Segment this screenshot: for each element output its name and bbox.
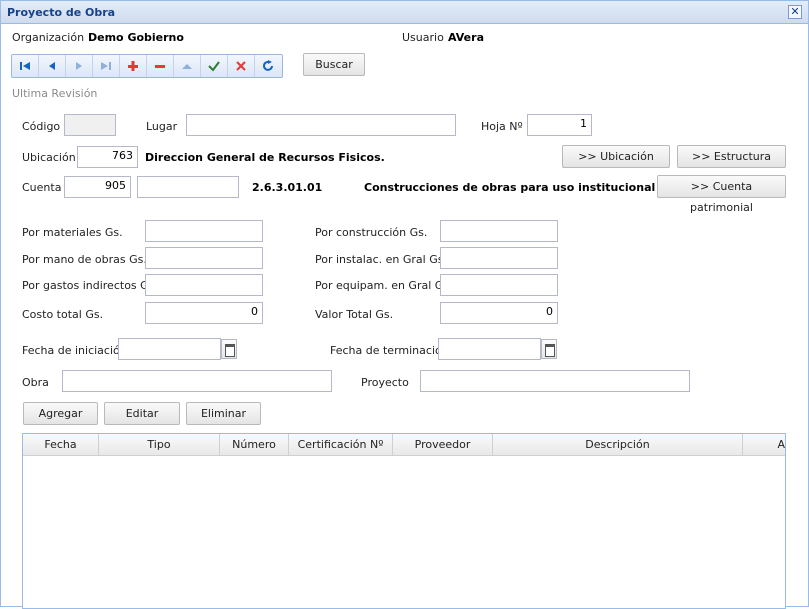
- codigo-label: Código: [22, 120, 61, 133]
- column-header[interactable]: A: [743, 434, 785, 456]
- x-icon: [236, 61, 246, 71]
- user-value: AVera: [448, 31, 484, 44]
- last-icon: [101, 62, 111, 70]
- valor-total-field[interactable]: 0: [440, 302, 558, 324]
- cuenta-patrimonial-button[interactable]: >> Cuenta patrimonial: [657, 175, 786, 214]
- delete-button[interactable]: Eliminar: [186, 402, 261, 425]
- materiales-field[interactable]: [145, 220, 263, 242]
- edit-button[interactable]: Editar: [104, 402, 180, 425]
- mano-obra-label: Por mano de obras Gs.: [22, 253, 147, 266]
- plus-icon: [128, 61, 138, 71]
- search-button[interactable]: Buscar: [303, 53, 365, 76]
- column-header[interactable]: Número: [220, 434, 289, 456]
- cuenta-label: Cuenta: [22, 181, 62, 194]
- next-icon: [76, 62, 82, 70]
- refresh-icon: [262, 60, 273, 71]
- column-header[interactable]: Certificación Nº: [289, 434, 393, 456]
- proyecto-field[interactable]: [420, 370, 690, 392]
- obra-field[interactable]: [62, 370, 332, 392]
- add-record-button[interactable]: [120, 55, 147, 77]
- grid-header: Fecha Tipo Número Certificación Nº Prove…: [23, 434, 785, 456]
- cuenta-secondary-field[interactable]: [137, 176, 239, 198]
- proyecto-label: Proyecto: [361, 376, 409, 389]
- calendar-icon[interactable]: [541, 339, 557, 359]
- first-icon: [20, 62, 30, 70]
- refresh-button[interactable]: [255, 55, 282, 77]
- first-record-button[interactable]: [12, 55, 39, 77]
- column-header[interactable]: Fecha: [23, 434, 99, 456]
- ubicacion-field[interactable]: 763: [77, 146, 138, 168]
- calendar-icon[interactable]: [221, 339, 237, 359]
- project-window: Proyecto de Obra ✕ Organización Demo Gob…: [0, 0, 809, 609]
- costo-total-label: Costo total Gs.: [22, 308, 104, 321]
- hoja-field[interactable]: 1: [527, 114, 592, 136]
- minus-icon: [155, 65, 165, 68]
- record-toolbar: [11, 54, 283, 78]
- materiales-label: Por materiales Gs.: [22, 226, 123, 239]
- org-label: Organización: [12, 31, 85, 44]
- cuenta-description: Construcciones de obras para uso institu…: [364, 181, 656, 194]
- column-header[interactable]: Descripción: [493, 434, 743, 456]
- certifications-grid: Fecha Tipo Número Certificación Nº Prove…: [22, 433, 786, 609]
- last-record-button[interactable]: [93, 55, 120, 77]
- last-revision-label: Ultima Revisión: [12, 87, 98, 100]
- cuenta-field[interactable]: 905: [64, 176, 131, 198]
- instalac-label: Por instalac. en Gral Gs.: [315, 253, 447, 266]
- ubicacion-label: Ubicación: [22, 151, 76, 164]
- instalac-field[interactable]: [440, 247, 558, 269]
- column-header[interactable]: Proveedor: [393, 434, 493, 456]
- obra-label: Obra: [22, 376, 49, 389]
- fecha-inicio-field[interactable]: [118, 338, 221, 360]
- checkmark-icon: [208, 61, 220, 72]
- gastos-field[interactable]: [145, 274, 263, 296]
- costo-total-field[interactable]: 0: [145, 302, 263, 324]
- lugar-label: Lugar: [146, 120, 178, 133]
- valor-total-label: Valor Total Gs.: [315, 308, 394, 321]
- fecha-fin-label: Fecha de terminación: [330, 344, 449, 357]
- add-button[interactable]: Agregar: [23, 402, 98, 425]
- equipam-label: Por equipam. en Gral Gs.: [315, 279, 453, 292]
- delete-record-button[interactable]: [147, 55, 174, 77]
- ubicacion-description: Direccion General de Recursos Fisicos.: [145, 151, 385, 164]
- gastos-label: Por gastos indirectos Gs.: [22, 279, 158, 292]
- cancel-button[interactable]: [228, 55, 255, 77]
- cuenta-code: 2.6.3.01.01: [252, 181, 323, 194]
- close-icon[interactable]: ✕: [788, 5, 802, 19]
- column-header[interactable]: Tipo: [99, 434, 220, 456]
- construccion-field[interactable]: [440, 220, 558, 242]
- estructura-button[interactable]: >> Estructura: [677, 145, 786, 168]
- confirm-button[interactable]: [201, 55, 228, 77]
- user-label: Usuario: [402, 31, 444, 44]
- org-value: Demo Gobierno: [88, 31, 184, 44]
- construccion-label: Por construcción Gs.: [315, 226, 428, 239]
- triangle-up-icon: [182, 64, 192, 69]
- window-titlebar[interactable]: Proyecto de Obra ✕: [1, 1, 808, 24]
- prev-record-button[interactable]: [39, 55, 66, 77]
- lugar-field[interactable]: [186, 114, 456, 136]
- codigo-field[interactable]: [64, 114, 116, 136]
- fecha-fin-field[interactable]: [438, 338, 541, 360]
- window-title: Proyecto de Obra: [7, 6, 116, 19]
- ubicacion-button[interactable]: >> Ubicación: [562, 145, 670, 168]
- mano-obra-field[interactable]: [145, 247, 263, 269]
- next-record-button[interactable]: [66, 55, 93, 77]
- equipam-field[interactable]: [440, 274, 558, 296]
- fecha-inicio-label: Fecha de iniciación: [22, 344, 127, 357]
- up-record-button[interactable]: [174, 55, 201, 77]
- prev-icon: [49, 62, 55, 70]
- hoja-label: Hoja Nº: [481, 120, 523, 133]
